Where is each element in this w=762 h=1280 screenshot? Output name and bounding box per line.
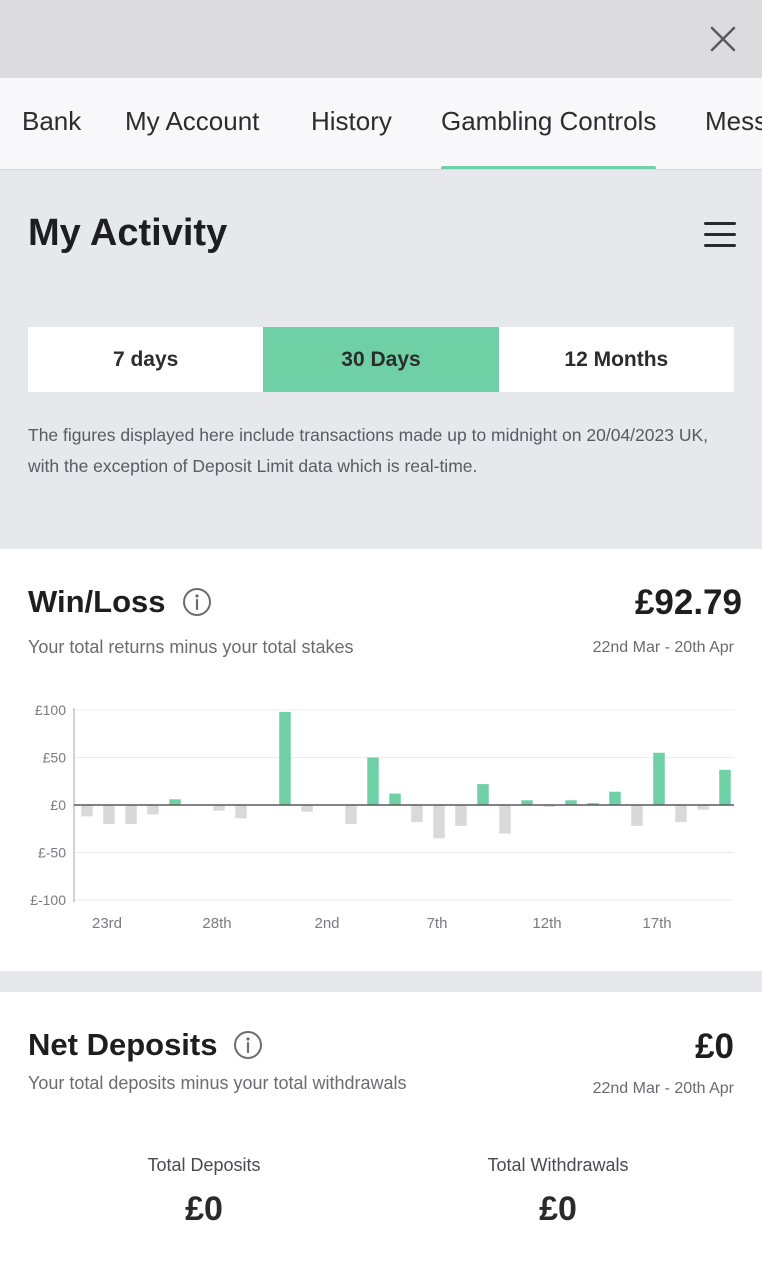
- info-icon[interactable]: [182, 587, 212, 617]
- tab-bank[interactable]: Bank: [22, 78, 81, 169]
- loss-bar: [499, 805, 511, 834]
- win-loss-title: Win/Loss: [28, 584, 166, 619]
- win-bar: [609, 791, 621, 805]
- win-bar: [279, 711, 291, 805]
- tab-history[interactable]: History: [311, 78, 392, 169]
- loss-bar: [433, 805, 445, 839]
- y-tick-label: £-100: [30, 892, 66, 908]
- loss-bar: [631, 805, 643, 826]
- win-loss-amount: £92.79: [634, 583, 742, 622]
- period-selector: 7 days 30 Days 12 Months: [28, 327, 734, 392]
- x-tick-label: 23rd: [92, 915, 122, 932]
- page-title: My Activity: [28, 212, 228, 254]
- win-loss-chart: £100 £50 £0 £-50 £-100 23rd 28th 2nd 7th 12th 17th: [30, 702, 734, 932]
- total-deposits-value: £0: [185, 1190, 223, 1228]
- y-tick-label: £50: [43, 750, 67, 766]
- loss-bar: [213, 805, 225, 811]
- win-loss-title-row: Win/Loss: [28, 584, 212, 620]
- y-tick-label: £-50: [38, 845, 66, 861]
- loss-bar: [125, 805, 137, 824]
- net-deposits-title: Net Deposits: [28, 1027, 218, 1062]
- loss-bar: [147, 805, 159, 815]
- tab-gambling-controls[interactable]: Gambling Controls: [441, 78, 657, 169]
- loss-bar: [455, 805, 467, 826]
- total-withdrawals: Total Withdrawals £0: [428, 1155, 688, 1229]
- period-30-days-button[interactable]: 30 Days: [263, 327, 499, 392]
- net-deposits-subtitle: Your total deposits minus your total wit…: [28, 1073, 407, 1093]
- data-disclaimer: The figures displayed here include trans…: [28, 425, 709, 476]
- win-bar: [477, 784, 489, 805]
- total-deposits-label: Total Deposits: [147, 1155, 261, 1175]
- info-icon[interactable]: [233, 1030, 263, 1060]
- win-bar: [653, 752, 665, 805]
- total-withdrawals-value: £0: [539, 1190, 577, 1228]
- period-12-months-button[interactable]: 12 Months: [499, 327, 734, 392]
- net-deposits-date-range: 22nd Mar - 20th Apr: [592, 1080, 734, 1097]
- total-deposits: Total Deposits £0: [74, 1155, 334, 1229]
- hamburger-menu-icon[interactable]: [704, 222, 736, 254]
- net-deposits-amount: £0: [695, 1027, 734, 1066]
- loss-bar: [675, 805, 687, 823]
- win-bar: [389, 793, 401, 805]
- loss-bar: [81, 805, 93, 817]
- loss-bar: [235, 805, 247, 819]
- net-deposits-title-row: Net Deposits: [28, 1027, 263, 1063]
- account-tabs: Bank My Account History Gambling Control…: [0, 78, 762, 170]
- win-bar: [367, 757, 379, 805]
- loss-bar: [411, 805, 423, 823]
- tab-my-account[interactable]: My Account: [125, 78, 259, 169]
- x-tick-label: 2nd: [314, 915, 339, 932]
- loss-bar: [345, 805, 357, 824]
- close-icon[interactable]: [706, 22, 740, 56]
- total-withdrawals-label: Total Withdrawals: [487, 1155, 629, 1175]
- tab-messages[interactable]: Mess: [705, 78, 762, 169]
- period-7-days-button[interactable]: 7 days: [28, 327, 263, 392]
- top-bar: [0, 0, 762, 78]
- y-tick-label: £100: [35, 702, 66, 718]
- x-tick-label: 17th: [642, 915, 671, 932]
- x-tick-label: 7th: [427, 915, 448, 932]
- win-loss-subtitle: Your total returns minus your total stak…: [28, 637, 354, 657]
- loss-bar: [103, 805, 115, 824]
- y-tick-label: £0: [50, 797, 66, 813]
- x-tick-label: 28th: [202, 915, 231, 932]
- x-tick-label: 12th: [532, 915, 561, 932]
- win-loss-date-range: 22nd Mar - 20th Apr: [592, 639, 734, 656]
- win-bar: [169, 799, 181, 805]
- win-bar: [719, 769, 731, 805]
- loss-bar: [301, 805, 313, 812]
